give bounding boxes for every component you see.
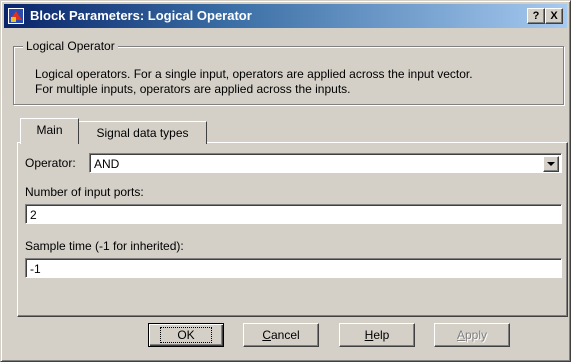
- tab-signal-data-types[interactable]: Signal data types: [78, 121, 207, 144]
- operator-label: Operator:: [25, 156, 76, 170]
- operator-value: AND: [94, 157, 120, 171]
- apply-button[interactable]: Apply: [434, 323, 510, 347]
- help-button[interactable]: Help: [339, 323, 415, 347]
- title-bar[interactable]: Block Parameters: Logical Operator ? X: [4, 4, 567, 28]
- help-label: elp: [373, 328, 390, 342]
- ok-button[interactable]: OK: [148, 323, 224, 347]
- apply-label: pply: [465, 328, 488, 342]
- num-inputs-label: Number of input ports:: [25, 185, 144, 199]
- block-parameters-dialog: Block Parameters: Logical Operator ? X L…: [0, 0, 571, 362]
- operator-select[interactable]: AND: [89, 153, 562, 173]
- block-description: Logical operators. For a single input, o…: [35, 67, 565, 97]
- cancel-label: ancel: [270, 328, 300, 342]
- apply-mnemonic: A: [456, 328, 465, 342]
- close-button[interactable]: X: [545, 8, 563, 24]
- tab-main[interactable]: Main: [20, 118, 79, 144]
- cancel-button[interactable]: Cancel: [243, 323, 319, 347]
- cancel-mnemonic: C: [262, 328, 271, 342]
- sample-time-label: Sample time (-1 for inherited):: [25, 239, 184, 253]
- chevron-down-icon[interactable]: [543, 156, 559, 172]
- simulink-block-icon: [8, 8, 24, 24]
- sample-time-field[interactable]: -1: [25, 258, 562, 278]
- help-question-button[interactable]: ?: [527, 8, 545, 24]
- ok-label: OK: [160, 327, 212, 343]
- description-line-2: For multiple inputs, operators are appli…: [35, 82, 351, 96]
- num-inputs-field[interactable]: 2: [25, 204, 562, 224]
- description-line-1: Logical operators. For a single input, o…: [35, 67, 473, 81]
- groupbox-title: Logical Operator: [23, 39, 118, 53]
- window-title: Block Parameters: Logical Operator: [30, 8, 252, 23]
